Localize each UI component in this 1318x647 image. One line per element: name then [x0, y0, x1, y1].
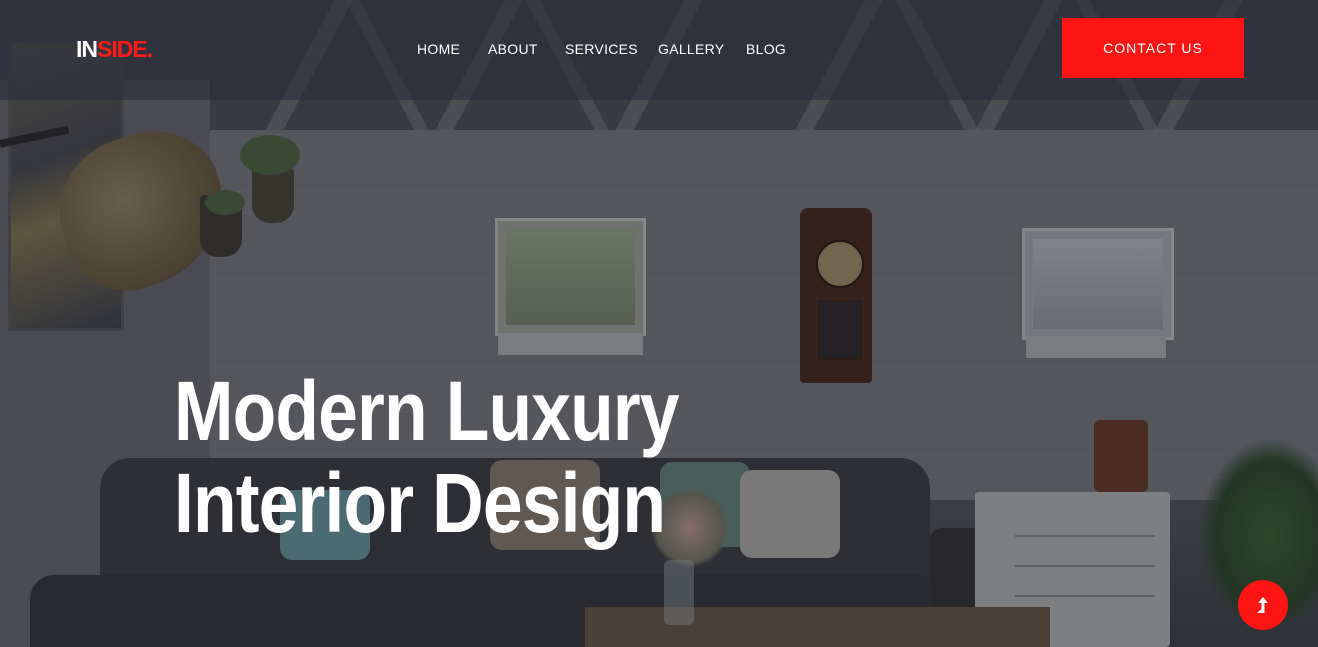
logo-text-primary: IN: [76, 36, 98, 62]
nav-item-blog[interactable]: BLOG: [746, 41, 786, 57]
hero-headline: Modern Luxury Interior Design: [174, 365, 701, 549]
nav-item-services[interactable]: SERVICES: [565, 41, 638, 57]
nav-item-gallery[interactable]: GALLERY: [658, 41, 724, 57]
brand-logo[interactable]: INSIDE.: [76, 36, 153, 63]
contact-us-button[interactable]: CONTACT US: [1062, 18, 1244, 78]
scroll-to-top-button[interactable]: [1238, 580, 1288, 630]
arrow-up-icon: [1257, 597, 1268, 613]
logo-text-accent: SIDE.: [97, 36, 153, 62]
nav-item-about[interactable]: ABOUT: [488, 41, 538, 57]
hero-headline-line2: Interior Design: [174, 456, 666, 550]
nav-item-home[interactable]: HOME: [417, 41, 460, 57]
site-header: INSIDE. HOME ABOUT SERVICES GALLERY BLOG…: [0, 0, 1318, 100]
hero-headline-line1: Modern Luxury: [174, 364, 679, 458]
